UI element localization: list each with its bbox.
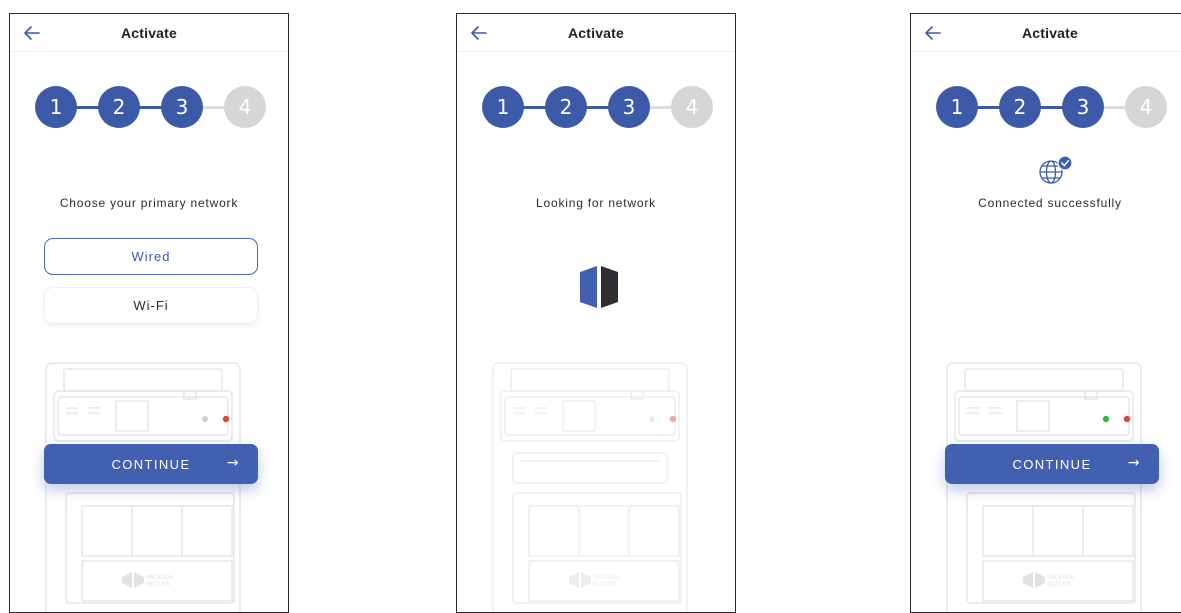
back-arrow-icon[interactable] bbox=[469, 23, 489, 43]
continue-button[interactable]: CONTINUE → bbox=[945, 444, 1159, 484]
step-3: 3 bbox=[1062, 86, 1104, 128]
app-header: Activate bbox=[457, 14, 735, 52]
brand-text: BUTLER bbox=[593, 581, 616, 588]
arrow-right-icon: → bbox=[226, 455, 240, 471]
step-4: 4 bbox=[671, 86, 713, 128]
screen-looking-for-network: Activate 1 2 3 4 Looking for network PAC… bbox=[456, 13, 736, 613]
screen-connected: Activate 1 2 3 4 Connected successfully bbox=[910, 13, 1181, 613]
step-3: 3 bbox=[608, 86, 650, 128]
step-3: 3 bbox=[161, 86, 203, 128]
continue-label: CONTINUE bbox=[111, 456, 191, 472]
page-title: Activate bbox=[120, 24, 178, 41]
back-arrow-icon[interactable] bbox=[923, 23, 943, 43]
step-2: 2 bbox=[545, 86, 587, 128]
continue-label: CONTINUE bbox=[1012, 456, 1092, 472]
connection-status: Connected successfully bbox=[978, 196, 1122, 210]
step-1: 1 bbox=[482, 86, 524, 128]
globe-check-icon bbox=[1039, 155, 1073, 184]
network-prompt: Choose your primary network bbox=[59, 196, 239, 210]
progress-stepper: 1 2 3 4 bbox=[457, 86, 735, 130]
device-illustration: PACKAGE BUTLER bbox=[45, 362, 241, 612]
searching-status: Looking for network bbox=[536, 196, 656, 210]
arrow-right-icon: → bbox=[1127, 455, 1141, 471]
screen-choose-network: Activate 1 2 3 4 Choose your primary net… bbox=[9, 13, 289, 613]
step-1: 1 bbox=[936, 86, 978, 128]
step-4: 4 bbox=[224, 86, 266, 128]
cube-loader-icon bbox=[580, 266, 618, 308]
continue-button[interactable]: CONTINUE → bbox=[44, 444, 258, 484]
page-title: Activate bbox=[567, 24, 625, 41]
progress-stepper: 1 2 3 4 bbox=[911, 86, 1181, 130]
step-2: 2 bbox=[999, 86, 1041, 128]
brand-text: BUTLER bbox=[1047, 581, 1070, 588]
wifi-option[interactable]: Wi-Fi bbox=[44, 287, 258, 324]
brand-text: BUTLER bbox=[146, 581, 169, 588]
back-arrow-icon[interactable] bbox=[22, 23, 42, 43]
device-illustration: PACKAGE BUTLER bbox=[492, 362, 688, 612]
step-1: 1 bbox=[35, 86, 77, 128]
progress-stepper: 1 2 3 4 bbox=[10, 86, 288, 130]
page-title: Activate bbox=[1021, 24, 1079, 41]
wired-option[interactable]: Wired bbox=[44, 238, 258, 275]
step-2: 2 bbox=[98, 86, 140, 128]
app-header: Activate bbox=[10, 14, 288, 52]
app-header: Activate bbox=[911, 14, 1181, 52]
step-4: 4 bbox=[1125, 86, 1167, 128]
device-illustration: PACKAGE BUTLER bbox=[946, 362, 1142, 612]
